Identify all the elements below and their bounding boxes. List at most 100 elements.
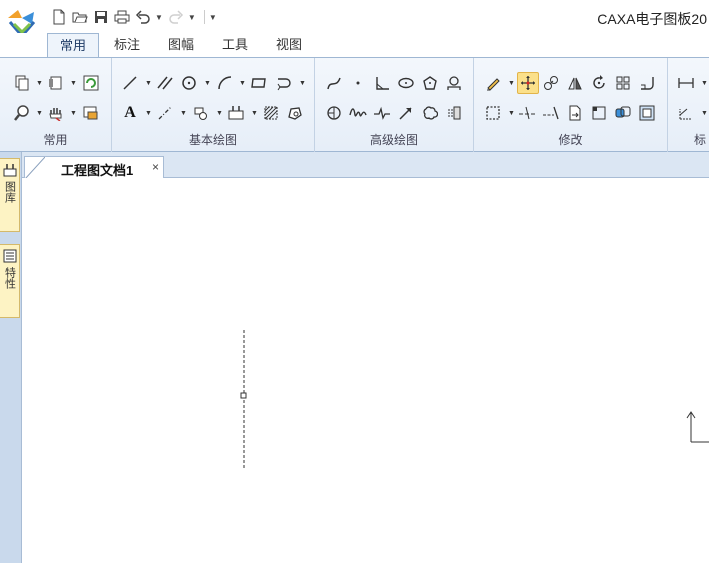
group-basic-draw: ▼ ▼ ▼ ▼ A ▼ ▼ ▼ ▼ 基本绘图: [112, 58, 315, 152]
parallel-line-icon[interactable]: [155, 73, 175, 93]
coordinate-axis-icon: [686, 411, 709, 443]
close-icon[interactable]: ×: [152, 160, 159, 174]
coordinate-dimension-icon[interactable]: [676, 103, 696, 123]
array-icon[interactable]: [613, 73, 633, 93]
insert-icon[interactable]: [226, 103, 246, 123]
zoom-icon[interactable]: [12, 103, 32, 123]
centerline-dropdown-icon[interactable]: ▼: [180, 110, 187, 117]
text-dropdown-icon[interactable]: ▼: [145, 110, 152, 117]
erase-icon[interactable]: [483, 73, 503, 93]
new-file-icon[interactable]: [50, 8, 68, 26]
fillet-icon[interactable]: [637, 73, 657, 93]
line-icon[interactable]: [120, 73, 140, 93]
document-tab-title: 工程图文档1: [61, 163, 134, 178]
polyline-icon[interactable]: [274, 73, 294, 93]
stretch-icon[interactable]: [565, 103, 585, 123]
spline-icon[interactable]: [324, 73, 344, 93]
ribbon-panel: ▼ ▼ ▼ ▼ 常用 ▼ ▼ ▼ ▼ A ▼ ▼ ▼ ▼ 基本绘图 高级绘图 ▼…: [0, 57, 709, 152]
quick-access-toolbar: ▼ ▼ ▼: [50, 8, 221, 26]
dimension-icon[interactable]: [676, 73, 696, 93]
document-tab[interactable]: 工程图文档1 ×: [24, 156, 164, 179]
trim-icon[interactable]: [517, 103, 537, 123]
copy-icon[interactable]: [12, 73, 32, 93]
copy-dropdown-icon[interactable]: ▼: [36, 80, 43, 87]
redo-dropdown-icon[interactable]: ▼: [188, 13, 196, 22]
tab-sheet[interactable]: 图幅: [158, 33, 204, 57]
arc-icon[interactable]: [215, 73, 235, 93]
tab-tools[interactable]: 工具: [212, 33, 258, 57]
open-file-icon[interactable]: [71, 8, 89, 26]
tab-view[interactable]: 视图: [266, 33, 312, 57]
move-icon[interactable]: [517, 72, 539, 94]
side-panel: 图库 特性: [0, 152, 22, 563]
rotate-icon[interactable]: [589, 73, 609, 93]
mirror-icon[interactable]: [565, 73, 585, 93]
document-tab-strip: 工程图文档1 ×: [22, 152, 709, 179]
properties-dropdown-icon[interactable]: ▼: [70, 80, 77, 87]
properties-panel-icon: [3, 249, 16, 263]
line-dropdown-icon[interactable]: ▼: [145, 80, 152, 87]
extend-icon[interactable]: [541, 103, 561, 123]
regenerate-icon[interactable]: [81, 73, 101, 93]
hatch-icon[interactable]: [261, 103, 281, 123]
region-icon[interactable]: [285, 103, 305, 123]
scale-icon[interactable]: [589, 103, 609, 123]
center-mark-icon[interactable]: [444, 73, 464, 93]
save-icon[interactable]: [92, 8, 110, 26]
hole-icon[interactable]: [444, 103, 464, 123]
cloud-line-icon[interactable]: [420, 103, 440, 123]
arrow-icon[interactable]: [396, 103, 416, 123]
side-tab-library[interactable]: 图库: [0, 158, 20, 232]
block-icon[interactable]: [191, 103, 211, 123]
tab-annotate[interactable]: 标注: [104, 33, 150, 57]
polyline-dropdown-icon[interactable]: ▼: [299, 80, 306, 87]
select-dropdown-icon[interactable]: ▼: [508, 110, 515, 117]
dimension-dropdown-icon[interactable]: ▼: [701, 80, 708, 87]
point-icon[interactable]: [348, 73, 368, 93]
undo-icon[interactable]: [134, 8, 152, 26]
pan-icon[interactable]: [46, 103, 66, 123]
wave-line-icon[interactable]: [348, 103, 368, 123]
explode-icon[interactable]: [637, 103, 657, 123]
offset-icon[interactable]: [613, 103, 633, 123]
pan-dropdown-icon[interactable]: ▼: [70, 110, 77, 117]
layer-icon[interactable]: [81, 103, 101, 123]
double-line-icon[interactable]: [324, 103, 344, 123]
circle-icon[interactable]: [179, 73, 199, 93]
redo-icon[interactable]: [167, 8, 185, 26]
toolbar-separator: [203, 10, 205, 24]
rectangle-icon[interactable]: [249, 73, 269, 93]
group-label-annotate: 标: [694, 133, 707, 147]
break-line-icon[interactable]: [372, 103, 392, 123]
group-label-common: 常用: [43, 133, 68, 147]
text-tool-icon[interactable]: A: [120, 103, 140, 123]
group-modify: ▼ ▼ 修改: [474, 58, 668, 152]
select-box-icon[interactable]: [483, 103, 503, 123]
undo-dropdown-icon[interactable]: ▼: [155, 13, 163, 22]
side-tab-properties-label: 特性: [3, 267, 16, 289]
centerline-icon[interactable]: [155, 103, 175, 123]
block-dropdown-icon[interactable]: ▼: [216, 110, 223, 117]
coordinate-dropdown-icon[interactable]: ▼: [701, 110, 708, 117]
ellipse-icon[interactable]: [396, 73, 416, 93]
side-tab-properties[interactable]: 特性: [0, 244, 20, 318]
circle-dropdown-icon[interactable]: ▼: [204, 80, 211, 87]
print-icon[interactable]: [113, 8, 131, 26]
group-advanced-draw: 高级绘图: [315, 58, 474, 152]
document-tab-corner-icon: [25, 157, 45, 179]
canvas-graphics: [240, 330, 709, 468]
tab-common[interactable]: 常用: [47, 33, 99, 57]
properties-icon[interactable]: [46, 73, 66, 93]
ribbon-tab-bar: 常用 标注 图幅 工具 视图: [0, 33, 709, 57]
arc-dropdown-icon[interactable]: ▼: [239, 80, 246, 87]
drawing-canvas[interactable]: [22, 178, 709, 563]
group-label-modify: 修改: [558, 133, 583, 147]
erase-dropdown-icon[interactable]: ▼: [508, 80, 515, 87]
polygon-icon[interactable]: [420, 73, 440, 93]
copy-move-icon[interactable]: [541, 73, 561, 93]
customize-toolbar-icon[interactable]: ▼: [209, 13, 217, 22]
zoom-dropdown-icon[interactable]: ▼: [36, 110, 43, 117]
insert-dropdown-icon[interactable]: ▼: [251, 110, 258, 117]
title-bar: ▼ ▼ ▼ CAXA电子图板20: [0, 0, 709, 39]
angle-line-icon[interactable]: [372, 73, 392, 93]
